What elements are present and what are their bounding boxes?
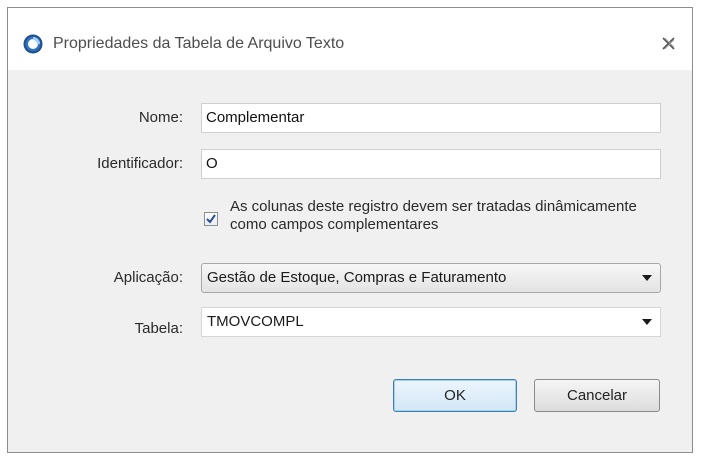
dialog-title: Propriedades da Tabela de Arquivo Texto — [53, 35, 345, 52]
cancel-button[interactable]: Cancelar — [534, 379, 660, 412]
checkmark-icon — [206, 214, 216, 224]
nome-input[interactable]: Complementar — [201, 103, 661, 133]
identificador-input[interactable]: O — [201, 149, 661, 179]
tabela-value: TMOVCOMPL — [207, 313, 304, 330]
close-icon[interactable] — [660, 34, 678, 52]
app-logo-icon — [23, 34, 43, 54]
chevron-down-icon — [642, 319, 652, 325]
title-bar: Propriedades da Tabela de Arquivo Texto — [8, 8, 692, 70]
aplicacao-value: Gestão de Estoque, Compras e Faturamento — [207, 269, 507, 286]
chevron-down-icon — [642, 275, 652, 281]
properties-dialog: Propriedades da Tabela de Arquivo Texto … — [7, 7, 693, 453]
dynamic-columns-label: As colunas deste registro devem ser trat… — [230, 198, 637, 233]
dynamic-columns-checkbox[interactable] — [204, 212, 218, 226]
dialog-body: Nome: Complementar Identificador: O As c… — [8, 70, 692, 452]
nome-label: Nome: — [138, 109, 183, 126]
ok-button[interactable]: OK — [393, 379, 517, 412]
tabela-label: Tabela: — [134, 320, 183, 337]
identificador-label: Identificador: — [97, 155, 183, 172]
tabela-select[interactable]: TMOVCOMPL — [201, 307, 661, 337]
aplicacao-label: Aplicação: — [113, 269, 183, 286]
aplicacao-select[interactable]: Gestão de Estoque, Compras e Faturamento — [201, 263, 661, 293]
